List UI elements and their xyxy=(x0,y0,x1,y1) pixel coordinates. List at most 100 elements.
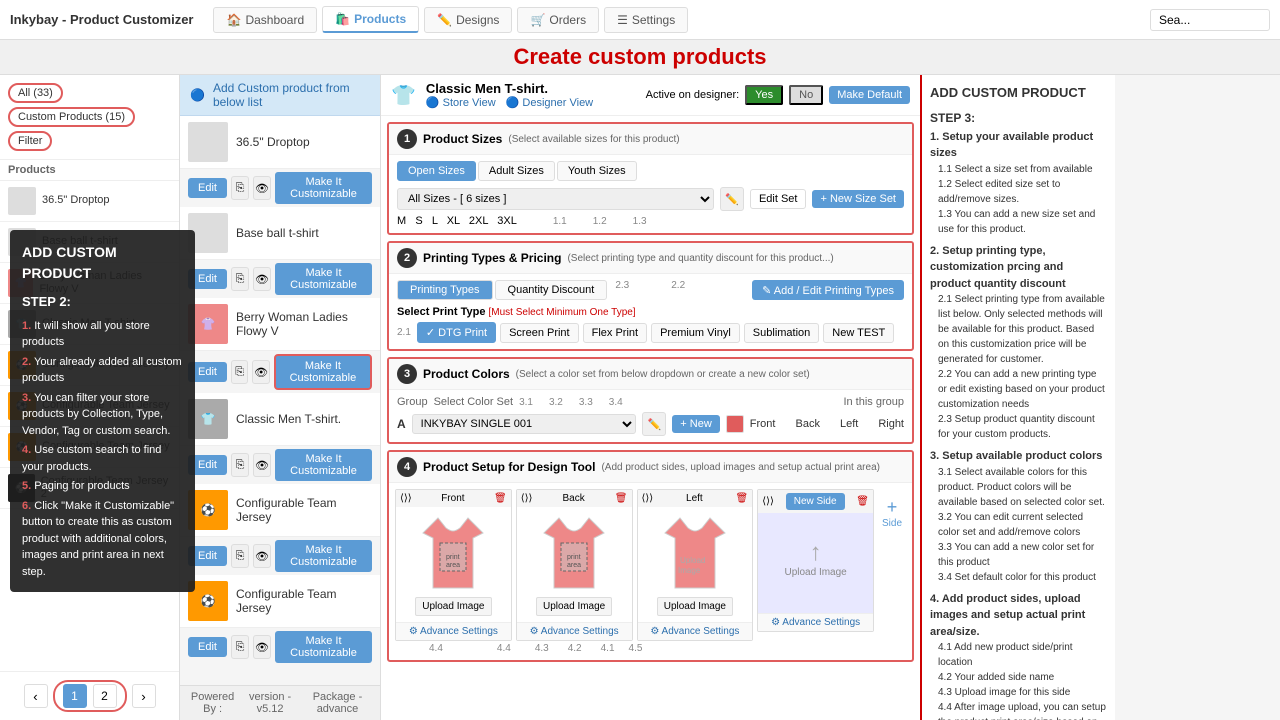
color-set-select[interactable]: INKYBAY SINGLE 001 xyxy=(412,414,637,434)
make-customizable-button[interactable]: Make It Customizable xyxy=(275,449,372,481)
side-nav-icon: ⟨⟩⟩ xyxy=(400,493,412,504)
new-color-button[interactable]: + New xyxy=(672,415,720,433)
size-set-select[interactable]: All Sizes - [ 6 sizes ] xyxy=(397,188,714,210)
print-type-row: 2.1 ✓ DTG Print Screen Print Flex Print … xyxy=(397,322,904,343)
page-numbers: 1 2 xyxy=(53,680,127,712)
section-header: 3 Product Colors (Select a color set fro… xyxy=(389,359,912,390)
eye-icon-button[interactable]: 👁 xyxy=(253,267,271,291)
delete-icon[interactable]: 🗑 xyxy=(494,493,507,504)
copy-icon-button[interactable]: ⎘ xyxy=(231,453,249,477)
make-customizable-button[interactable]: Make It Customizable xyxy=(275,172,372,204)
active-no-button[interactable]: No xyxy=(789,85,823,105)
advance-settings-left[interactable]: ⚙ Advance Settings xyxy=(638,622,753,640)
side-label: Side xyxy=(882,518,902,529)
select-color-set-label: Select Color Set xyxy=(434,396,513,408)
store-view-link[interactable]: 🔵 Store View xyxy=(426,96,496,109)
copy-icon-button[interactable]: ⎘ xyxy=(231,635,249,659)
printing-types-tab[interactable]: Printing Types xyxy=(397,280,493,300)
section-body: Printing Types Quantity Discount 2.3 2.2… xyxy=(389,274,912,349)
eye-icon-button[interactable]: 👁 xyxy=(253,635,271,659)
add-edit-printing-button[interactable]: ✎ Add / Edit Printing Types xyxy=(752,280,904,300)
info-num-1: 1. Setup your available product sizes xyxy=(930,129,1107,162)
sublimation-button[interactable]: Sublimation xyxy=(744,323,819,343)
dashboard-icon: 🏠 xyxy=(226,13,241,27)
new-size-set-button[interactable]: + New Size Set xyxy=(812,190,904,208)
copy-icon-button[interactable]: ⎘ xyxy=(231,176,249,200)
left-label: Left xyxy=(840,418,858,430)
tab-dashboard[interactable]: 🏠 Dashboard xyxy=(213,7,317,33)
orders-icon: 🛒 xyxy=(530,13,545,27)
premium-vinyl-button[interactable]: Premium Vinyl xyxy=(651,323,740,343)
eye-icon-button[interactable]: 👁 xyxy=(252,360,269,384)
tab-designs[interactable]: ✏️ Designs xyxy=(424,7,512,33)
custom-filter-button[interactable]: Custom Products (15) xyxy=(8,107,135,127)
upload-left-button[interactable]: Upload Image xyxy=(657,597,733,616)
dtg-print-button[interactable]: ✓ DTG Print xyxy=(417,322,496,343)
edit-set-button[interactable]: Edit Set xyxy=(750,189,807,209)
edit-button[interactable]: Edit xyxy=(188,637,227,657)
edit-color-button[interactable]: ✏️ xyxy=(642,412,666,436)
advance-settings-new[interactable]: ⚙ Advance Settings xyxy=(758,613,873,631)
search-input[interactable] xyxy=(1150,9,1270,31)
upload-front-button[interactable]: Upload Image xyxy=(415,597,491,616)
copy-icon-button[interactable]: ⎘ xyxy=(231,544,249,568)
tab-settings[interactable]: ☰ Settings xyxy=(604,7,688,33)
all-filter-button[interactable]: All (33) xyxy=(8,83,63,103)
flex-print-button[interactable]: Flex Print xyxy=(583,323,647,343)
edit-button[interactable]: Edit xyxy=(188,178,227,198)
delete-icon[interactable]: 🗑 xyxy=(856,496,869,507)
next-page-button[interactable]: › xyxy=(132,684,156,708)
label-4-4: 4.4 xyxy=(429,643,443,654)
product-thumbnail xyxy=(8,187,36,215)
eye-icon-button[interactable]: 👁 xyxy=(253,544,271,568)
section-header: 4 Product Setup for Design Tool (Add pro… xyxy=(389,452,912,483)
open-sizes-tab[interactable]: Open Sizes xyxy=(397,161,476,181)
screen-print-button[interactable]: Screen Print xyxy=(500,323,579,343)
info-step: STEP 3: xyxy=(930,109,1107,127)
label-3-2: 3.2 xyxy=(549,397,563,408)
make-customizable-button[interactable]: Make It Customizable xyxy=(275,263,372,295)
new-test-button[interactable]: New TEST xyxy=(823,323,894,343)
adult-sizes-tab[interactable]: Adult Sizes xyxy=(478,161,555,181)
new-side-button[interactable]: New Side xyxy=(786,493,845,510)
delete-icon[interactable]: 🗑 xyxy=(736,493,749,504)
upload-back-button[interactable]: Upload Image xyxy=(536,597,612,616)
tab-products[interactable]: 🛍️ Products xyxy=(322,6,419,33)
info-sub-2-1: 2.1 Select printing type from available … xyxy=(938,292,1107,367)
designer-view-link[interactable]: 🔵 Designer View xyxy=(506,96,593,109)
side-header: ⟨⟩⟩ Front 🗑 xyxy=(396,490,511,507)
add-side-button[interactable]: + Side xyxy=(878,489,906,537)
delete-icon[interactable]: 🗑 xyxy=(615,493,628,504)
copy-icon-button[interactable]: ⎘ xyxy=(231,360,248,384)
active-yes-button[interactable]: Yes xyxy=(745,85,783,105)
page-1-button[interactable]: 1 xyxy=(63,684,87,708)
label-1-1: 1.1 xyxy=(553,216,567,227)
info-sub-1-2: 1.2 Select edited size set to add/remove… xyxy=(938,177,1107,207)
edit-size-icon-button[interactable]: ✏️ xyxy=(720,187,744,211)
tab-orders[interactable]: 🛒 Orders xyxy=(517,7,599,33)
make-customizable-button[interactable]: Make It Customizable xyxy=(274,354,372,390)
title-bar: Create custom products xyxy=(0,40,1280,75)
advance-settings-front[interactable]: ⚙ Advance Settings xyxy=(396,622,511,640)
label-3-3: 3.3 xyxy=(579,397,593,408)
quantity-discount-tab[interactable]: Quantity Discount xyxy=(495,280,608,300)
eye-icon-button[interactable]: 👁 xyxy=(253,176,271,200)
section-num-4: 4 xyxy=(397,457,417,477)
tshirt-container-front: print area xyxy=(418,513,488,593)
info-sub-3-2: 3.2 You can edit current selected color … xyxy=(938,510,1107,540)
eye-icon-button[interactable]: 👁 xyxy=(253,453,271,477)
advance-settings-back[interactable]: ⚙ Advance Settings xyxy=(517,622,632,640)
make-default-button[interactable]: Make Default xyxy=(829,86,910,104)
svg-text:Image: Image xyxy=(678,566,701,575)
list-item[interactable]: 36.5" Droptop xyxy=(0,181,179,222)
filter-button[interactable]: Filter xyxy=(8,131,52,151)
make-customizable-button[interactable]: Make It Customizable xyxy=(275,540,372,572)
copy-icon-button[interactable]: ⎘ xyxy=(231,267,249,291)
page-2-button[interactable]: 2 xyxy=(93,684,117,708)
overlay-item: 6. Click "Make it Customizable" button t… xyxy=(22,498,180,581)
youth-sizes-tab[interactable]: Youth Sizes xyxy=(557,161,637,181)
prev-page-button[interactable]: ‹ xyxy=(24,684,48,708)
make-customizable-button[interactable]: Make It Customizable xyxy=(275,631,372,663)
section-num-3: 3 xyxy=(397,364,417,384)
side-header: ⟨⟩⟩ Left 🗑 xyxy=(638,490,753,507)
